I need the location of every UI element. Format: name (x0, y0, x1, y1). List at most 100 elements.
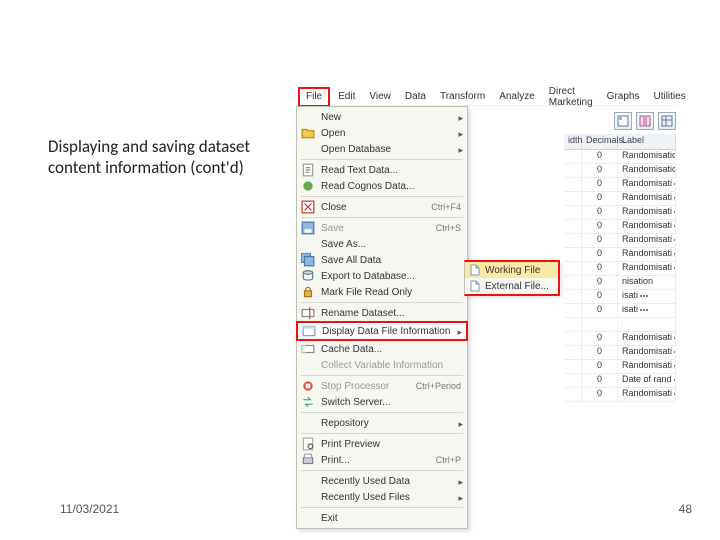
menu-item-recently-used-files[interactable]: Recently Used Files▸ (297, 489, 467, 505)
cell-decimals[interactable]: 0 (582, 248, 618, 261)
menu-transform[interactable]: Transform (434, 90, 491, 103)
menu-item-save-all-data[interactable]: Save All Data (297, 252, 467, 268)
menu-utilities[interactable]: Utilities (647, 90, 691, 103)
cell-label[interactable]: Randomisation (618, 164, 676, 177)
toolbar-button[interactable] (658, 112, 676, 130)
cell-width[interactable] (564, 332, 582, 345)
cell-decimals[interactable]: 0 (582, 304, 618, 317)
cell-decimals[interactable]: 0 (582, 360, 618, 373)
cell-width[interactable] (564, 262, 582, 275)
cell-decimals[interactable]: 0 (582, 332, 618, 345)
cell-width[interactable] (564, 192, 582, 205)
cell-decimals[interactable]: 0 (582, 388, 618, 401)
grid-row[interactable]: 0isati (564, 304, 676, 318)
menu-graphs[interactable]: Graphs (601, 90, 646, 103)
cell-label[interactable]: Date of rand (618, 374, 676, 387)
menu-item-print[interactable]: Print...Ctrl+P (297, 452, 467, 468)
cell-width[interactable] (564, 304, 582, 317)
grid-row[interactable]: 0Randomisati (564, 192, 676, 206)
cell-label[interactable]: Randomisati (618, 360, 676, 373)
menu-item-recently-used-data[interactable]: Recently Used Data▸ (297, 473, 467, 489)
menu-edit[interactable]: Edit (332, 90, 361, 103)
cell-width[interactable] (564, 374, 582, 387)
menu-item-cache-data[interactable]: Cache Data... (297, 341, 467, 357)
grid-row[interactable]: 0nisation (564, 276, 676, 290)
cell-width[interactable] (564, 164, 582, 177)
menu-item-rename-dataset[interactable]: Rename Dataset... (297, 305, 467, 321)
cell-decimals[interactable]: 0 (582, 346, 618, 359)
menu-item-read-text-data[interactable]: Read Text Data... (297, 162, 467, 178)
grid-row[interactable]: 0Randomisati (564, 248, 676, 262)
menu-item-open-database[interactable]: Open Database▸ (297, 141, 467, 157)
grid-row[interactable]: 0Randomisati (564, 332, 676, 346)
grid-row[interactable]: 0Date of rand (564, 374, 676, 388)
cell-label[interactable]: Randomisati (618, 332, 676, 345)
col-label[interactable]: Label (618, 134, 676, 149)
cell-label[interactable]: Randomisati (618, 248, 676, 261)
cell-decimals[interactable]: 0 (582, 206, 618, 219)
cell-decimals[interactable]: 0 (582, 262, 618, 275)
cell-label[interactable]: Randomisati (618, 206, 676, 219)
cell-width[interactable] (564, 346, 582, 359)
menu-item-display-data-file-information[interactable]: Display Data File Information▸ (298, 323, 466, 339)
menu-item-export-to-database[interactable]: Export to Database... (297, 268, 467, 284)
submenu-item-working-file[interactable]: Working File (465, 262, 558, 278)
menu-item-print-preview[interactable]: Print Preview (297, 436, 467, 452)
grid-row[interactable]: 0isati (564, 290, 676, 304)
grid-row[interactable]: 0Randomisati (564, 234, 676, 248)
cell-width[interactable] (564, 318, 582, 331)
menu-data[interactable]: Data (399, 90, 432, 103)
submenu-item-external-file[interactable]: External File... (465, 278, 558, 294)
cell-label[interactable]: Randomisati (618, 234, 676, 247)
menu-item-new[interactable]: New▸ (297, 109, 467, 125)
cell-decimals[interactable]: 0 (582, 220, 618, 233)
cell-decimals[interactable]: 0 (582, 164, 618, 177)
cell-label[interactable]: Randomisati (618, 388, 676, 401)
cell-label[interactable] (618, 318, 676, 331)
cell-decimals[interactable]: 0 (582, 192, 618, 205)
cell-decimals[interactable]: 0 (582, 276, 618, 289)
menu-item-open[interactable]: Open▸ (297, 125, 467, 141)
menu-item-save-as[interactable]: Save As... (297, 236, 467, 252)
grid-row[interactable] (564, 318, 676, 332)
grid-row[interactable]: 0Randomisati (564, 346, 676, 360)
cell-decimals[interactable]: 0 (582, 234, 618, 247)
cell-label[interactable]: nisation (618, 276, 676, 289)
cell-width[interactable] (564, 234, 582, 247)
menu-item-close[interactable]: CloseCtrl+F4 (297, 199, 467, 215)
cell-width[interactable] (564, 360, 582, 373)
cell-label[interactable]: Randomisation (618, 150, 676, 163)
cell-width[interactable] (564, 276, 582, 289)
menu-item-read-cognos-data[interactable]: Read Cognos Data... (297, 178, 467, 194)
cell-width[interactable] (564, 248, 582, 261)
grid-row[interactable]: 0Randomisati (564, 360, 676, 374)
grid-row[interactable]: 0Randomisation (564, 164, 676, 178)
cell-width[interactable] (564, 388, 582, 401)
cell-width[interactable] (564, 206, 582, 219)
menu-direct-marketing[interactable]: Direct Marketing (543, 85, 599, 109)
col-decimals[interactable]: Decimals (582, 134, 618, 149)
cell-label[interactable]: Randomisati (618, 220, 676, 233)
grid-row[interactable]: 0Randomisati (564, 220, 676, 234)
grid-row[interactable]: 0Randomisati (564, 178, 676, 192)
cell-label[interactable]: isati (618, 304, 676, 317)
cell-width[interactable] (564, 220, 582, 233)
cell-label[interactable]: isati (618, 290, 676, 303)
cell-label[interactable]: Randomisati (618, 262, 676, 275)
toolbar-button[interactable] (614, 112, 632, 130)
menu-item-switch-server[interactable]: Switch Server... (297, 394, 467, 410)
menu-view[interactable]: View (363, 90, 397, 103)
cell-decimals[interactable] (582, 318, 618, 331)
cell-width[interactable] (564, 178, 582, 191)
cell-label[interactable]: Randomisati (618, 192, 676, 205)
cell-width[interactable] (564, 150, 582, 163)
grid-row[interactable]: 0Randomisati (564, 262, 676, 276)
menu-analyze[interactable]: Analyze (493, 90, 541, 103)
toolbar-button[interactable] (636, 112, 654, 130)
grid-row[interactable]: 0Randomisati (564, 206, 676, 220)
cell-decimals[interactable]: 0 (582, 290, 618, 303)
menu-item-repository[interactable]: Repository▸ (297, 415, 467, 431)
cell-label[interactable]: Randomisati (618, 346, 676, 359)
menu-item-mark-file-read-only[interactable]: Mark File Read Only (297, 284, 467, 300)
menu-file[interactable]: File (298, 87, 330, 107)
